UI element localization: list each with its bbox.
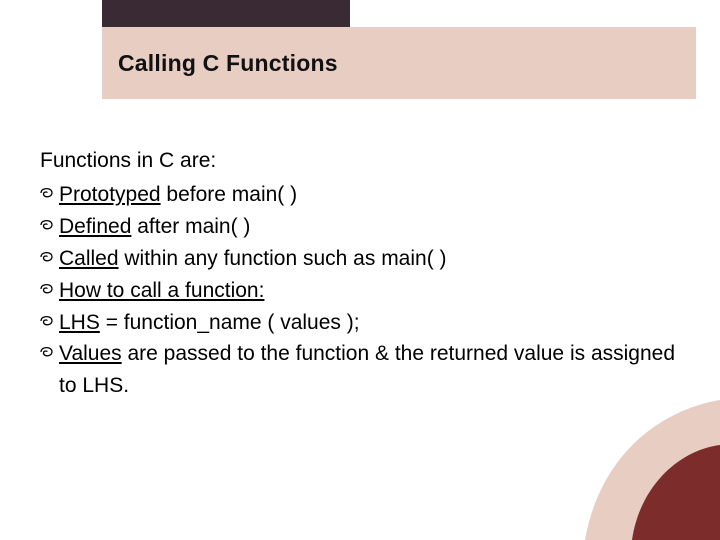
swirl-bullet-icon xyxy=(40,251,58,272)
list-item: LHS = function_name ( values ); xyxy=(40,307,685,339)
bullet-text: Prototyped before main( ) xyxy=(59,179,685,211)
bullet-text: Values are passed to the function & the … xyxy=(59,338,685,402)
swirl-bullet-icon xyxy=(40,346,58,367)
slide: Calling C Functions Functions in C are: … xyxy=(0,0,720,540)
title-top-accent xyxy=(102,0,350,30)
list-item: How to call a function: xyxy=(40,275,685,307)
swirl-bullet-icon xyxy=(40,219,58,240)
swirl-bullet-icon xyxy=(40,187,58,208)
swirl-bullet-icon xyxy=(40,315,58,336)
list-item: Prototyped before main( ) xyxy=(40,179,685,211)
swirl-bullet-icon xyxy=(40,283,58,304)
list-item: Defined after main( ) xyxy=(40,211,685,243)
bullet-text: How to call a function: xyxy=(59,275,685,307)
intro-text: Functions in C are: xyxy=(40,145,685,177)
slide-title: Calling C Functions xyxy=(102,50,338,77)
corner-decoration xyxy=(540,400,720,540)
list-item: Called within any function such as main(… xyxy=(40,243,685,275)
bullet-text: Called within any function such as main(… xyxy=(59,243,685,275)
title-bar: Calling C Functions xyxy=(102,27,696,99)
list-item: Values are passed to the function & the … xyxy=(40,338,685,402)
bullet-text: Defined after main( ) xyxy=(59,211,685,243)
slide-body: Functions in C are: Prototyped before ma… xyxy=(40,145,685,402)
bullet-text: LHS = function_name ( values ); xyxy=(59,307,685,339)
